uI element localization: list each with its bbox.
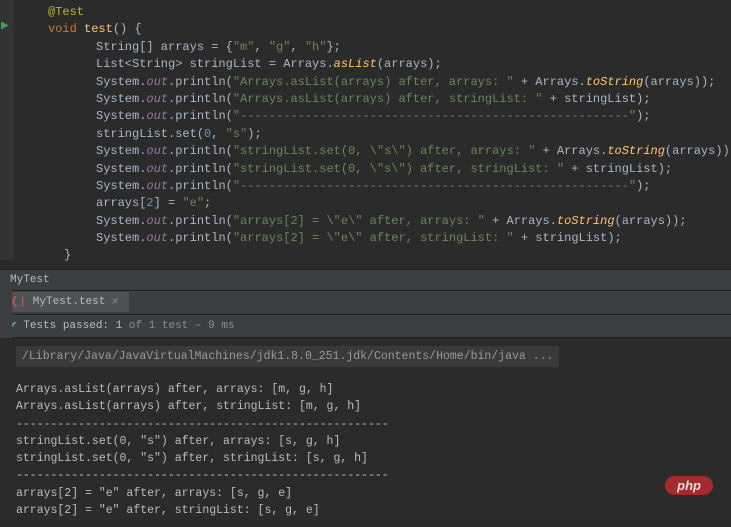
console-line: ----------------------------------------… <box>16 467 721 484</box>
breadcrumb[interactable]: MyTest <box>0 269 731 291</box>
test-status-bar: ✔ Tests passed: 1 of 1 test – 9 ms <box>0 315 731 338</box>
console-line: stringList.set(0, "s") after, stringList… <box>16 450 721 467</box>
close-icon[interactable]: × <box>111 295 118 309</box>
console-output[interactable]: /Library/Java/JavaVirtualMachines/jdk1.8… <box>0 338 731 527</box>
code-editor[interactable]: @Test void test() { String[] arrays = {"… <box>0 0 731 269</box>
console-line: arrays[2] = "e" after, arrays: [s, g, e] <box>16 485 721 502</box>
close-brace: } <box>64 248 71 262</box>
tab-label: MyTest.test <box>33 296 106 308</box>
annotation: @Test <box>48 5 84 19</box>
watermark-badge: php <box>665 476 713 495</box>
run-tab[interactable]: ❬❘ MyTest.test × <box>0 292 129 312</box>
run-tab-bar: ❬❘ MyTest.test × <box>0 291 731 315</box>
console-line: stringList.set(0, "s") after, arrays: [s… <box>16 433 721 450</box>
console-line: Arrays.asList(arrays) after, stringList:… <box>16 398 721 415</box>
test-config-icon: ❬❘ <box>10 296 27 308</box>
tests-passed-label: Tests passed: <box>23 320 109 332</box>
java-command: /Library/Java/JavaVirtualMachines/jdk1.8… <box>16 346 559 367</box>
editor-gutter: ▶ <box>0 0 14 260</box>
console-line: arrays[2] = "e" after, stringList: [s, g… <box>16 502 721 519</box>
keyword-void: void <box>48 22 77 36</box>
console-line: ----------------------------------------… <box>16 416 721 433</box>
console-line: Arrays.asList(arrays) after, arrays: [m,… <box>16 381 721 398</box>
method-name: test <box>84 22 113 36</box>
run-gutter-icon[interactable]: ▶ <box>1 20 9 32</box>
